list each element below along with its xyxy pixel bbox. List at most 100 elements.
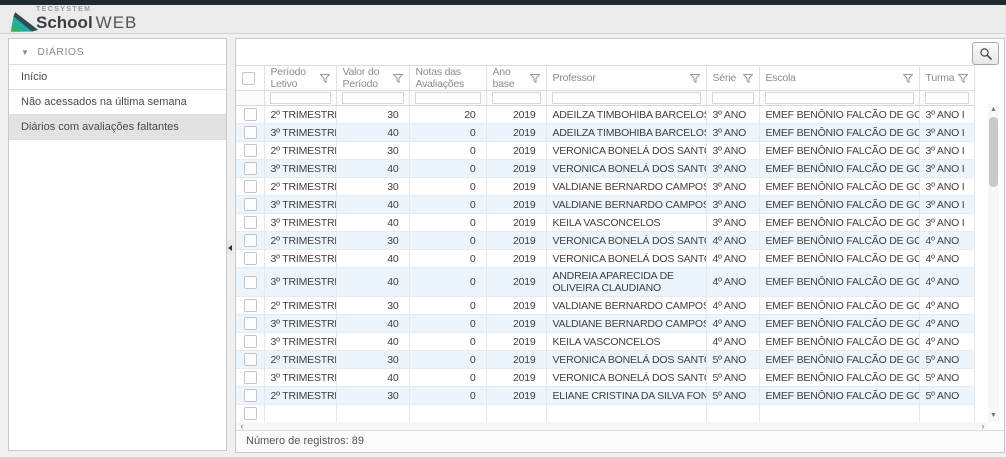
sidebar-item-inicio[interactable]: Início: [9, 65, 226, 90]
column-header-turma[interactable]: Turma: [919, 66, 974, 91]
cell-periodo: 2º TRIMESTRE: [264, 387, 336, 405]
cell-ano: 2019: [486, 142, 546, 160]
filter-input-professor[interactable]: [552, 92, 701, 104]
column-header-escola[interactable]: Escola: [759, 66, 919, 91]
row-checkbox[interactable]: [244, 180, 257, 193]
table-row[interactable]: 3º TRIMESTRE4002019VERONICA BONELÁ DOS S…: [236, 369, 974, 387]
cell-escola: EMEF BENÔNIO FALCÃO DE GOUVÊA: [759, 333, 919, 351]
cell-turma: 5º ANO: [919, 387, 974, 405]
cell-periodo: 2º TRIMESTRE: [264, 351, 336, 369]
cell-escola: EMEF BENÔNIO FALCÃO DE GOUVÊA: [759, 315, 919, 333]
table-row-partial[interactable]: [236, 405, 974, 423]
panel-collapse-handle[interactable]: [227, 240, 233, 255]
filter-icon[interactable]: [743, 74, 753, 83]
select-all-checkbox[interactable]: [242, 72, 255, 85]
table-row[interactable]: 2º TRIMESTRE3002019VALDIANE BERNARDO CAM…: [236, 297, 974, 315]
table-row[interactable]: 3º TRIMESTRE4002019VERONICA BONELÁ DOS S…: [236, 160, 974, 178]
column-title: Valor do Período: [343, 66, 389, 90]
cell-escola: EMEF BENÔNIO FALCÃO DE GOUVÊA: [759, 160, 919, 178]
column-header-professor[interactable]: Professor: [546, 66, 706, 91]
row-checkbox[interactable]: [244, 162, 257, 175]
table-row[interactable]: 2º TRIMESTRE3002019VALDIANE BERNARDO CAM…: [236, 178, 974, 196]
table-row[interactable]: 2º TRIMESTRE3002019VERONICA BONELÁ DOS S…: [236, 351, 974, 369]
cell-valor: 30: [336, 178, 409, 196]
select-all-header-cell: [236, 66, 264, 91]
filter-icon[interactable]: [320, 74, 330, 83]
cell-professor: VERONICA BONELÁ DOS SANTOS: [546, 369, 706, 387]
table-row[interactable]: 3º TRIMESTRE4002019VERONICA BONELÁ DOS S…: [236, 250, 974, 268]
row-checkbox[interactable]: [244, 299, 257, 312]
row-checkbox[interactable]: [244, 335, 257, 348]
filter-cell: [486, 91, 546, 106]
cell-valor: 30: [336, 142, 409, 160]
cell-ano: 2019: [486, 333, 546, 351]
table-row[interactable]: 2º TRIMESTRE3002019VERONICA BONELÁ DOS S…: [236, 142, 974, 160]
row-checkbox[interactable]: [244, 389, 257, 402]
cell-notas: 0: [409, 315, 486, 333]
cell-turma: 5º ANO: [919, 351, 974, 369]
row-checkbox[interactable]: [244, 108, 257, 121]
cell-ano: 2019: [486, 369, 546, 387]
brand-product-suffix: WEB: [96, 13, 138, 32]
row-checkbox[interactable]: [244, 216, 257, 229]
row-select-cell: [236, 387, 264, 405]
filter-input-ano-base[interactable]: [492, 92, 541, 104]
cell-escola: EMEF BENÔNIO FALCÃO DE GOUVÊA: [759, 369, 919, 387]
filter-input-escola[interactable]: [765, 92, 914, 104]
table-row[interactable]: 3º TRIMESTRE4002019ANDREIA APARECIDA DE …: [236, 268, 974, 297]
scroll-up-icon[interactable]: ▲: [988, 104, 999, 116]
filter-icon[interactable]: [903, 74, 913, 83]
table-row[interactable]: 3º TRIMESTRE4002019VALDIANE BERNARDO CAM…: [236, 315, 974, 333]
search-button[interactable]: [972, 42, 999, 65]
row-checkbox[interactable]: [244, 276, 257, 289]
column-header-notas-das-avaliacoes[interactable]: Notas das Avaliações: [409, 66, 486, 91]
sidebar-item-avaliacoes-faltantes[interactable]: Diários com avaliações faltantes: [9, 115, 226, 140]
column-header-periodo-letivo[interactable]: Período Letivo: [264, 66, 336, 91]
sidebar-item-nao-acessados[interactable]: Não acessados na última semana: [9, 90, 226, 115]
filter-input-periodo-letivo[interactable]: [270, 92, 331, 104]
table-row[interactable]: 2º TRIMESTRE3002019VERONICA BONELÁ DOS S…: [236, 232, 974, 250]
column-header-ano-base[interactable]: Ano base: [486, 66, 546, 91]
filter-icon[interactable]: [690, 74, 700, 83]
filter-cell: [706, 91, 759, 106]
filter-icon[interactable]: [393, 74, 403, 83]
table-row[interactable]: 3º TRIMESTRE4002019KEILA VASCONCELOS4º A…: [236, 333, 974, 351]
vertical-scrollbar[interactable]: ▲ ▼: [988, 104, 999, 422]
sidebar-group-diarios[interactable]: ▼DIÁRIOS: [9, 39, 226, 65]
triangle-left-icon: [228, 245, 232, 251]
row-checkbox[interactable]: [244, 126, 257, 139]
filter-input-turma[interactable]: [925, 92, 969, 104]
filter-input-notas-das-avaliacoes[interactable]: [415, 92, 481, 104]
table-row[interactable]: 3º TRIMESTRE4002019VALDIANE BERNARDO CAM…: [236, 196, 974, 214]
vertical-scroll-thumb[interactable]: [989, 117, 998, 187]
row-checkbox[interactable]: [244, 252, 257, 265]
table-row[interactable]: 3º TRIMESTRE4002019KEILA VASCONCELOS3º A…: [236, 214, 974, 232]
filter-icon[interactable]: [530, 74, 540, 83]
table-row[interactable]: 3º TRIMESTRE4002019ADEILZA TIMBOHIBA BAR…: [236, 124, 974, 142]
brand-text: TECSYSTEM SchoolWEB: [36, 6, 137, 33]
column-header-serie[interactable]: Série: [706, 66, 759, 91]
filter-input-serie[interactable]: [712, 92, 754, 104]
cell-ano: [486, 405, 546, 423]
row-checkbox[interactable]: [244, 317, 257, 330]
table-row[interactable]: 2º TRIMESTRE30202019ADEILZA TIMBOHIBA BA…: [236, 106, 974, 124]
row-checkbox[interactable]: [244, 407, 257, 420]
table-row[interactable]: 2º TRIMESTRE3002019ELIANE CRISTINA DA SI…: [236, 387, 974, 405]
cell-valor: 30: [336, 232, 409, 250]
cell-professor: VALDIANE BERNARDO CAMPOS: [546, 178, 706, 196]
row-checkbox[interactable]: [244, 371, 257, 384]
row-checkbox[interactable]: [244, 234, 257, 247]
cell-serie: 3º ANO: [706, 196, 759, 214]
status-bar: Número de registros: 89: [236, 430, 1004, 452]
cell-escola: EMEF BENÔNIO FALCÃO DE GOUVÊA: [759, 387, 919, 405]
cell-valor: 40: [336, 315, 409, 333]
cell-turma: 3º ANO I: [919, 196, 974, 214]
filter-input-valor-do-periodo[interactable]: [342, 92, 404, 104]
cell-notas: 0: [409, 387, 486, 405]
row-checkbox[interactable]: [244, 144, 257, 157]
row-checkbox[interactable]: [244, 353, 257, 366]
filter-icon[interactable]: [958, 74, 968, 83]
column-header-valor-do-periodo[interactable]: Valor do Período: [336, 66, 409, 91]
row-checkbox[interactable]: [244, 198, 257, 211]
scroll-down-icon[interactable]: ▼: [988, 410, 999, 422]
